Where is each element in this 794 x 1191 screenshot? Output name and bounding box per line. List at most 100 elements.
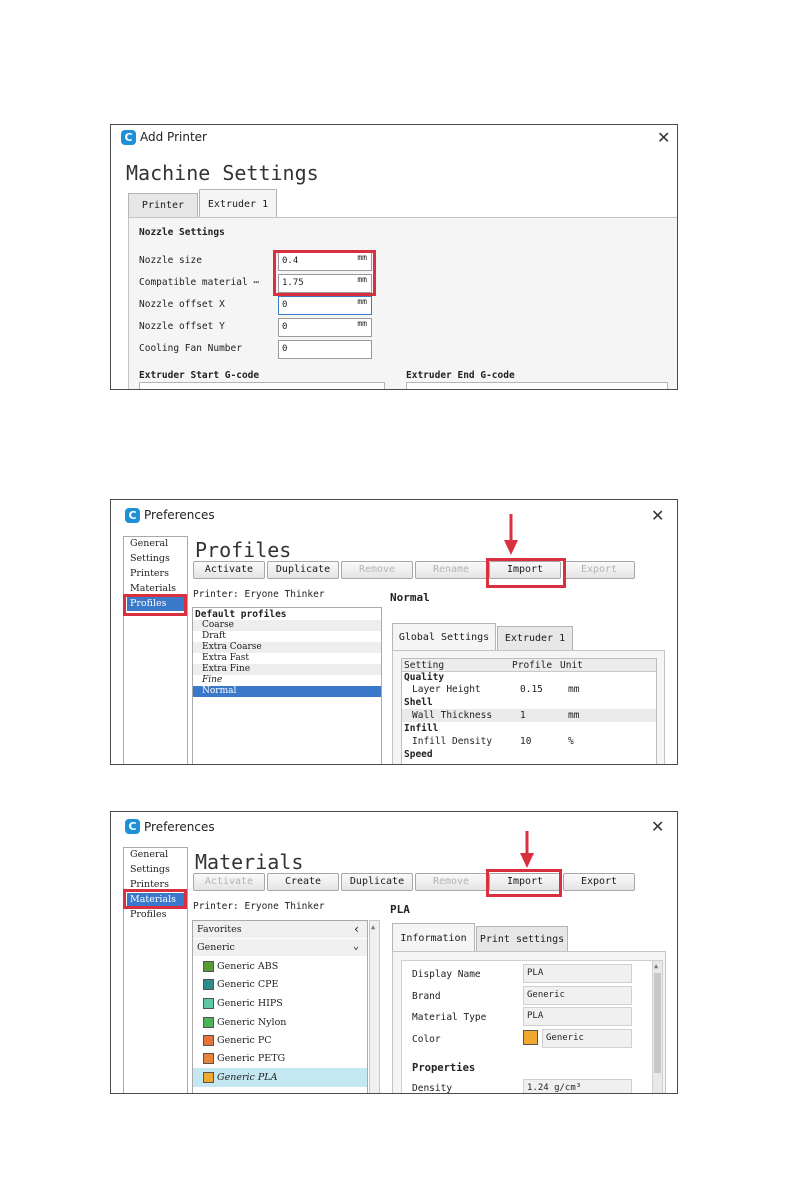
profile-list: Default profiles Coarse Draft Extra Coar…: [192, 607, 382, 764]
duplicate-button[interactable]: Duplicate: [267, 561, 339, 579]
import-button[interactable]: Import: [489, 561, 561, 579]
scroll-up-icon[interactable]: ▲: [654, 962, 658, 970]
list-item[interactable]: Fine: [193, 675, 381, 686]
sidebar-item-materials[interactable]: Materials: [130, 583, 176, 594]
sidebar-item-materials[interactable]: Materials: [127, 893, 185, 907]
remove-button[interactable]: Remove: [341, 561, 413, 579]
window-title: Preferences: [144, 508, 215, 522]
display-name-label: Display Name: [412, 969, 481, 980]
color-swatch: [203, 1072, 214, 1083]
sidebar-item-settings[interactable]: Settings: [130, 864, 170, 875]
settings-table: Setting Profile Unit Quality Layer Heigh…: [401, 658, 657, 764]
info-inner: Display Name PLA Brand Generic Material …: [401, 960, 657, 1094]
close-icon[interactable]: ✕: [651, 819, 664, 835]
list-item[interactable]: Generic PC: [193, 1031, 367, 1049]
cooling-fan-input[interactable]: 0: [278, 340, 372, 359]
nozzle-offset-x-input[interactable]: 0 mm: [278, 296, 372, 315]
page-title: Machine Settings: [126, 161, 319, 185]
remove-button[interactable]: Remove: [415, 873, 487, 891]
compatible-material-input[interactable]: 1.75 mm: [278, 274, 372, 293]
list-item-selected[interactable]: Generic PLA: [193, 1068, 367, 1087]
table-group: Speed: [404, 749, 433, 760]
list-item[interactable]: Generic HIPS: [193, 994, 367, 1012]
rename-button[interactable]: Rename: [415, 561, 487, 579]
material-type-input[interactable]: PLA: [523, 1007, 632, 1026]
activate-button[interactable]: Activate: [193, 873, 265, 891]
chevron-down-icon[interactable]: ⌄: [353, 941, 359, 952]
list-item[interactable]: Extra Coarse: [193, 642, 381, 653]
sidebar-item-printers[interactable]: Printers: [130, 568, 169, 579]
end-gcode-editor[interactable]: [406, 382, 668, 389]
detail-title: Normal: [390, 591, 430, 604]
start-gcode-editor[interactable]: [139, 382, 385, 389]
window-title: Preferences: [144, 820, 215, 834]
table-header: Setting Profile Unit: [402, 659, 656, 672]
tab-extruder-1[interactable]: Extruder 1: [497, 626, 573, 650]
color-swatch: [203, 979, 214, 990]
sidebar-item-general[interactable]: General: [130, 538, 168, 549]
list-item[interactable]: Extra Fast: [193, 653, 381, 664]
color-label: Color: [412, 1034, 441, 1045]
title-bar: C Add Printer ✕: [111, 125, 677, 149]
close-icon[interactable]: ✕: [657, 130, 670, 146]
sidebar-item-profiles[interactable]: Profiles: [127, 597, 185, 611]
field-label-nozzle-offset-x: Nozzle offset X: [139, 299, 225, 310]
duplicate-button[interactable]: Duplicate: [341, 873, 413, 891]
tab-extruder-1[interactable]: Extruder 1: [199, 189, 277, 218]
sidebar-item-general[interactable]: General: [130, 849, 168, 860]
settings-panel: Nozzle Settings Nozzle size 0.4 mm Compat…: [128, 217, 677, 389]
field-label-compatible-material: Compatible material ⋯: [139, 277, 260, 288]
tab-printer[interactable]: Printer: [128, 193, 198, 217]
scroll-thumb[interactable]: [654, 973, 661, 1073]
favorites-row[interactable]: Favorites ‹: [193, 921, 367, 938]
close-icon[interactable]: ✕: [651, 508, 664, 524]
list-item-selected[interactable]: Normal: [193, 686, 381, 697]
nozzle-size-input[interactable]: 0.4 mm: [278, 252, 372, 271]
color-swatch: [203, 961, 214, 972]
list-item[interactable]: Extra Fine: [193, 664, 381, 675]
table-row: Infill Density 10 %: [412, 736, 574, 747]
profile-group-header: Default profiles: [195, 609, 287, 620]
printer-line: Printer: Eryone Thinker: [193, 901, 325, 912]
import-button[interactable]: Import: [489, 873, 561, 891]
arrow-down-icon: [520, 831, 534, 868]
tab-print-settings[interactable]: Print settings: [476, 926, 568, 952]
tab-information[interactable]: Information: [392, 923, 475, 952]
list-item[interactable]: Generic ABS: [193, 957, 367, 975]
color-swatch[interactable]: [523, 1030, 538, 1045]
color-swatch: [203, 1035, 214, 1046]
sidebar-item-printers[interactable]: Printers: [130, 879, 169, 890]
density-label: Density: [412, 1083, 453, 1094]
generic-row[interactable]: Generic ⌄: [193, 939, 367, 956]
list-item[interactable]: Coarse: [193, 620, 381, 631]
display-name-input[interactable]: PLA: [523, 964, 632, 983]
section-title: Nozzle Settings: [139, 227, 225, 238]
export-button[interactable]: Export: [563, 561, 635, 579]
sidebar-item-profiles[interactable]: Profiles: [130, 909, 167, 920]
export-button[interactable]: Export: [563, 873, 635, 891]
table-row: Layer Height 0.15 mm: [412, 684, 580, 695]
list-item[interactable]: Generic PETG: [193, 1049, 367, 1067]
activate-button[interactable]: Activate: [193, 561, 265, 579]
sidebar: General Settings Printers Materials Prof…: [123, 847, 188, 1093]
list-item[interactable]: Draft: [193, 631, 381, 642]
page-title: Profiles: [195, 538, 292, 562]
density-input[interactable]: 1.24 g/cm³: [523, 1079, 632, 1093]
create-button[interactable]: Create: [267, 873, 339, 891]
add-printer-window: C Add Printer ✕ Machine Settings Printer…: [110, 124, 678, 390]
scroll-up-icon[interactable]: ▲: [371, 923, 375, 931]
arrow-down-icon: [504, 514, 518, 555]
tab-global-settings[interactable]: Global Settings: [392, 623, 496, 650]
nozzle-offset-y-input[interactable]: 0 mm: [278, 318, 372, 337]
table-group: Quality: [404, 672, 445, 683]
field-label-nozzle-size: Nozzle size: [139, 255, 202, 266]
color-swatch: [203, 1017, 214, 1028]
sidebar-item-settings[interactable]: Settings: [130, 553, 170, 564]
info-scrollbar[interactable]: ▲: [652, 960, 663, 1093]
list-item[interactable]: Generic CPE: [193, 975, 367, 993]
chevron-left-icon[interactable]: ‹: [353, 922, 360, 936]
list-item[interactable]: Generic Nylon: [193, 1013, 367, 1031]
color-input[interactable]: Generic: [542, 1029, 632, 1048]
material-list-scrollbar[interactable]: ▲: [369, 920, 380, 1093]
brand-input[interactable]: Generic: [523, 986, 632, 1005]
